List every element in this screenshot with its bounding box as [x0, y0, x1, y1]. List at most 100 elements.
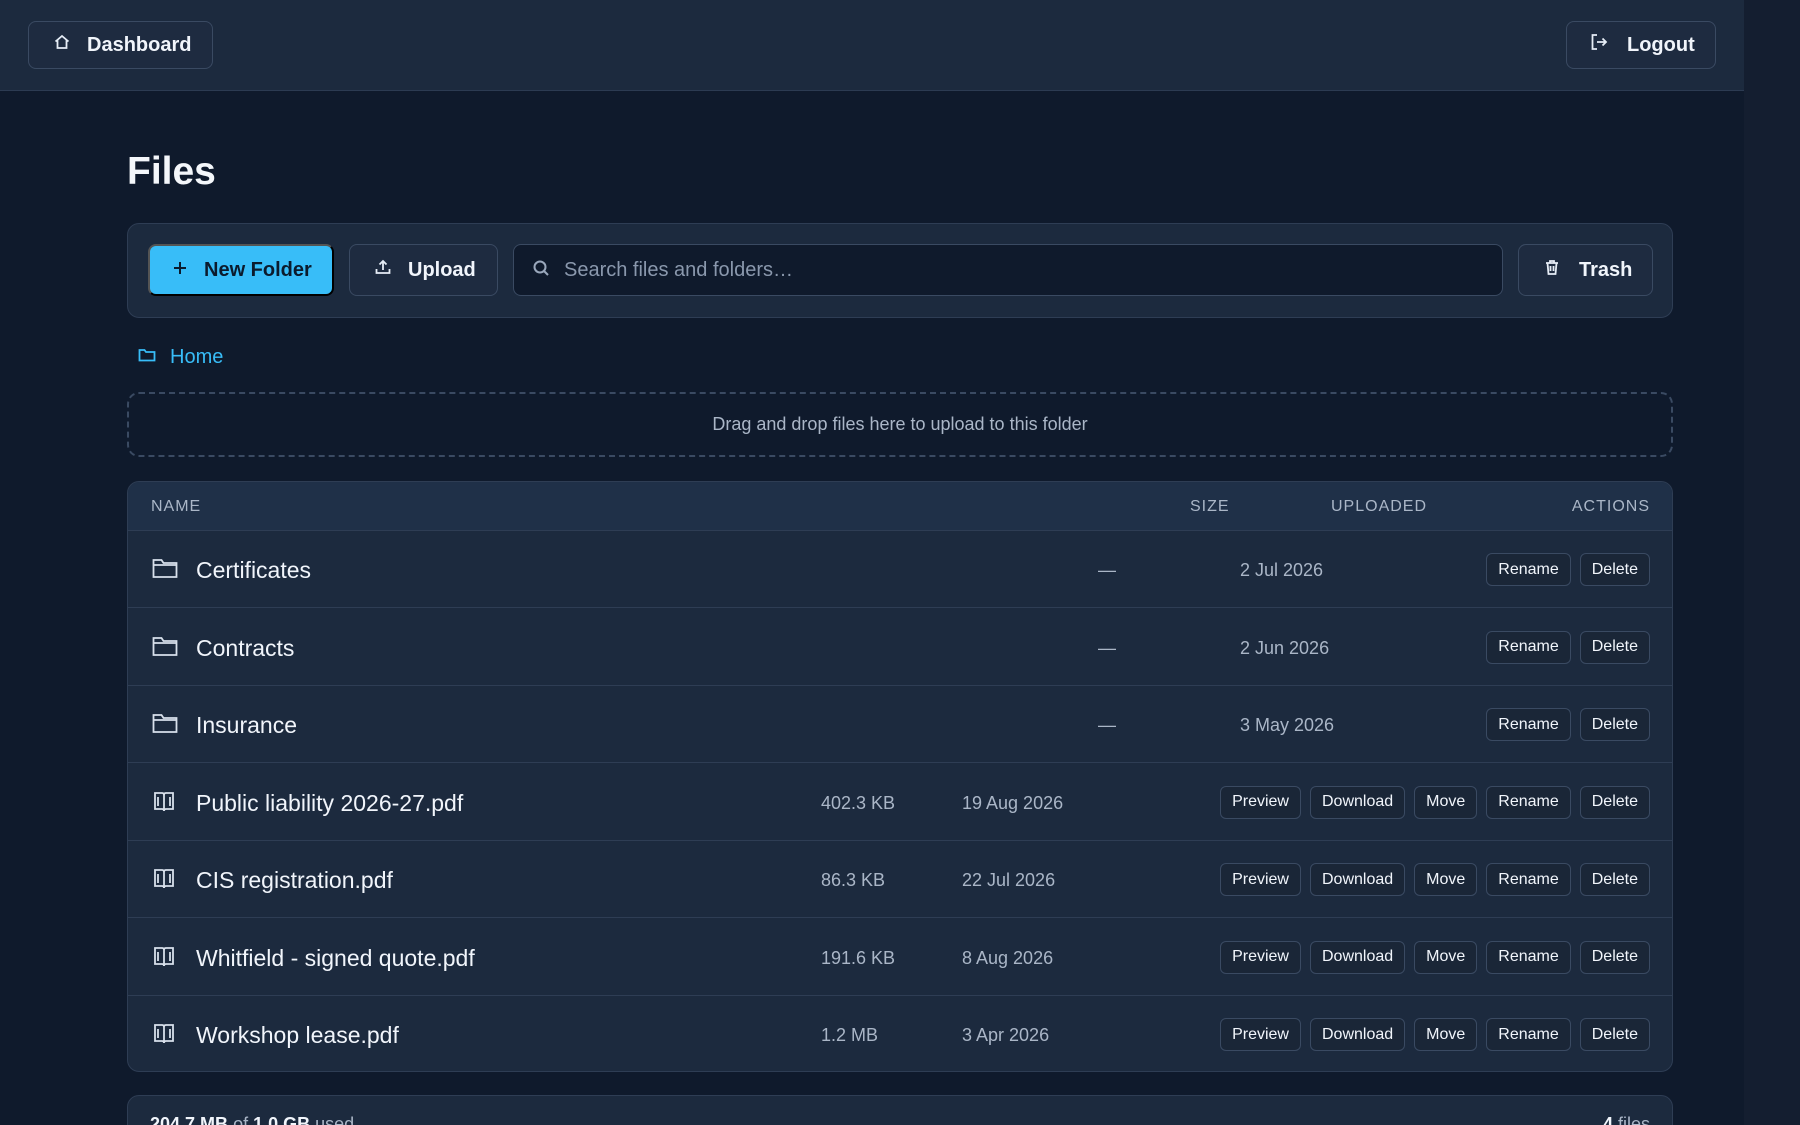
window-edge: [1744, 0, 1800, 1125]
item-name[interactable]: Whitfield - signed quote.pdf: [196, 945, 475, 972]
item-uploaded: 2 Jun 2026: [1240, 637, 1330, 658]
preview-button[interactable]: Preview: [1220, 863, 1301, 896]
book-icon: [152, 945, 176, 974]
table-row[interactable]: Certificates — 2 Jul 2026 Rename Delete: [128, 531, 1672, 608]
table-row[interactable]: Workshop lease.pdf 1.2 MB 3 Apr 2026 Previe…: [128, 996, 1672, 1071]
upload-button[interactable]: Upload: [349, 244, 498, 296]
search-input[interactable]: [564, 258, 1464, 282]
files-table: NAME SIZE UPLOADED ACTIONS Certificates —…: [127, 481, 1673, 1072]
book-icon: [152, 867, 176, 896]
top-bar: Dashboard Logout: [0, 0, 1744, 91]
delete-button[interactable]: Delete: [1579, 553, 1650, 586]
rename-button[interactable]: Rename: [1486, 863, 1571, 896]
table-row[interactable]: Public liability 2026-27.pdf 402.3 KB 19 A…: [128, 764, 1672, 841]
item-name[interactable]: Contracts: [196, 635, 294, 662]
trash-button[interactable]: Trash: [1518, 244, 1653, 296]
breadcrumb[interactable]: Home: [138, 346, 223, 369]
move-button[interactable]: Move: [1414, 785, 1478, 819]
preview-button[interactable]: Preview: [1220, 940, 1301, 974]
book-icon: [152, 1022, 176, 1051]
item-uploaded: 19 Aug 2026: [962, 792, 1064, 813]
item-name[interactable]: Public liability 2026-27.pdf: [196, 790, 463, 817]
table-row[interactable]: Contracts — 2 Jun 2026 Rename Delete: [128, 609, 1672, 686]
item-uploaded: 3 May 2026: [1240, 715, 1335, 735]
delete-button[interactable]: Delete: [1579, 785, 1650, 819]
rename-button[interactable]: Rename: [1486, 630, 1571, 664]
home-icon: [53, 33, 71, 57]
rename-button[interactable]: Rename: [1486, 1018, 1571, 1051]
drop-zone-text: Drag and drop files here to upload to th…: [712, 414, 1088, 434]
rename-button[interactable]: Rename: [1486, 553, 1571, 586]
preview-button[interactable]: Preview: [1220, 785, 1301, 819]
rename-button[interactable]: Rename: [1486, 785, 1571, 819]
rename-button[interactable]: Rename: [1486, 708, 1571, 741]
folder-icon: [152, 635, 178, 662]
row-actions: Rename Delete: [1486, 630, 1650, 664]
book-icon: [152, 790, 176, 819]
folder-icon: [152, 557, 178, 584]
table-row[interactable]: Insurance — 3 May 2026 Rename Delete: [128, 686, 1672, 763]
delete-button[interactable]: Delete: [1579, 1018, 1650, 1051]
item-name[interactable]: CIS registration.pdf: [196, 867, 393, 894]
header-uploaded: UPLOADED: [1331, 498, 1428, 515]
new-folder-label: New Folder: [204, 258, 312, 281]
item-uploaded: 8 Aug 2026: [962, 947, 1054, 968]
row-actions: Preview Download Move Rename Delete: [1220, 785, 1650, 819]
move-button[interactable]: Move: [1414, 1018, 1478, 1051]
header-name: NAME: [151, 498, 202, 515]
header-size: SIZE: [1190, 498, 1230, 515]
item-uploaded: 3 Apr 2026: [962, 1025, 1050, 1045]
storage-used-label: used: [315, 1114, 355, 1125]
item-size: 191.6 KB: [821, 947, 896, 968]
row-actions: Preview Download Move Rename Delete: [1220, 940, 1650, 974]
item-name[interactable]: Workshop lease.pdf: [196, 1022, 399, 1049]
file-count: 4 files: [1603, 1114, 1650, 1125]
row-actions: Rename Delete: [1486, 708, 1650, 741]
move-button[interactable]: Move: [1414, 940, 1478, 974]
download-button[interactable]: Download: [1309, 785, 1406, 819]
header-actions: ACTIONS: [1571, 498, 1650, 515]
row-actions: Rename Delete: [1486, 553, 1650, 586]
delete-button[interactable]: Delete: [1579, 630, 1650, 664]
logout-label: Logout: [1627, 33, 1695, 56]
move-button[interactable]: Move: [1414, 863, 1478, 896]
logout-button[interactable]: Logout: [1566, 21, 1716, 69]
item-name[interactable]: Certificates: [196, 557, 311, 584]
file-count-value: 4: [1602, 1114, 1613, 1125]
delete-button[interactable]: Delete: [1579, 940, 1650, 974]
drop-zone[interactable]: Drag and drop files here to upload to th…: [127, 392, 1673, 457]
item-size: 402.3 KB: [821, 792, 896, 813]
toolbar: New Folder Upload Trash: [127, 223, 1673, 318]
delete-button[interactable]: Delete: [1579, 863, 1650, 896]
dashboard-label: Dashboard: [87, 33, 192, 56]
search-icon: [532, 259, 550, 282]
new-folder-button[interactable]: New Folder: [148, 244, 334, 296]
table-row[interactable]: Whitfield - signed quote.pdf 191.6 KB 8 Au…: [128, 919, 1672, 996]
storage-usage: 204.7 MB of 1.0 GB used: [150, 1114, 354, 1125]
breadcrumb-home[interactable]: Home: [170, 346, 223, 369]
rename-button[interactable]: Rename: [1486, 940, 1571, 974]
folder-icon: [152, 712, 178, 739]
files-page: Dashboard Logout Files New Folder Upload: [0, 0, 1800, 1125]
item-name[interactable]: Insurance: [196, 712, 297, 739]
table-header: NAME SIZE UPLOADED ACTIONS: [128, 482, 1672, 531]
storage-of: of: [233, 1114, 249, 1125]
preview-button[interactable]: Preview: [1220, 1018, 1301, 1051]
download-button[interactable]: Download: [1309, 940, 1406, 974]
page-title: Files: [127, 150, 216, 193]
file-count-label: files: [1617, 1114, 1650, 1125]
plus-icon: [172, 259, 188, 282]
table-row[interactable]: CIS registration.pdf 86.3 KB 22 Jul 2026 Pr…: [128, 841, 1672, 918]
storage-used: 204.7 MB: [150, 1114, 229, 1125]
upload-icon: [374, 258, 392, 282]
item-size: 86.3 KB: [821, 870, 886, 890]
logout-icon: [1589, 32, 1609, 58]
dashboard-button[interactable]: Dashboard: [28, 21, 213, 69]
item-size: 1.2 MB: [821, 1025, 879, 1045]
trash-icon: [1543, 258, 1561, 282]
delete-button[interactable]: Delete: [1579, 708, 1650, 741]
download-button[interactable]: Download: [1309, 1018, 1406, 1051]
storage-footer: 204.7 MB of 1.0 GB used 4 files: [127, 1095, 1673, 1125]
item-size: —: [1098, 715, 1116, 735]
download-button[interactable]: Download: [1309, 863, 1406, 896]
